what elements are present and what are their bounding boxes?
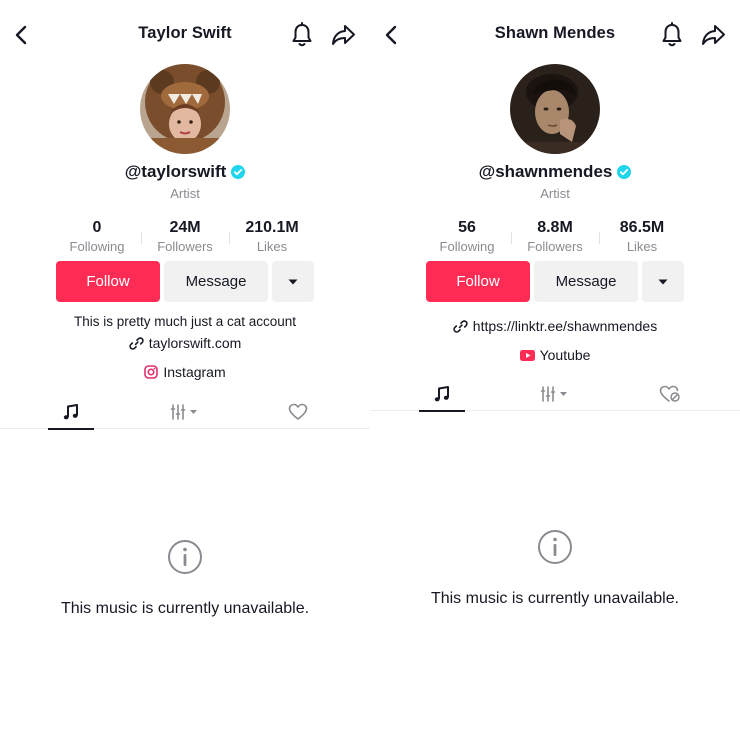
youtube-link-text: Youtube xyxy=(539,347,591,363)
notifications-button[interactable] xyxy=(289,21,315,49)
verified-badge-icon xyxy=(231,165,246,179)
instagram-icon xyxy=(144,365,159,379)
share-button[interactable] xyxy=(329,21,357,49)
link-icon xyxy=(129,336,144,350)
stat-value: 210.1M xyxy=(245,219,299,236)
website-link-text: taylorswift.com xyxy=(148,335,242,351)
caret-down-icon xyxy=(288,279,298,284)
info-circle-icon xyxy=(538,530,572,564)
active-tab-indicator xyxy=(48,428,94,430)
profile-panel-shawn: Shawn Mendes @shawnmendes Artist 56 Foll… xyxy=(370,0,740,740)
verified-badge-icon xyxy=(617,165,632,179)
username: @taylorswift xyxy=(124,162,227,181)
heart-hidden-icon xyxy=(659,385,680,402)
stat-value: 24M xyxy=(169,219,201,236)
website-link[interactable]: https://linktr.ee/shawnmendes xyxy=(370,318,740,334)
share-icon xyxy=(702,25,725,45)
stat-following[interactable]: 56 Following xyxy=(422,218,512,255)
stat-value: 8.8M xyxy=(537,219,573,236)
handle-row: @shawnmendes xyxy=(370,162,740,182)
content-tabs xyxy=(0,395,370,430)
link-icon xyxy=(453,319,468,333)
instagram-link[interactable]: Instagram xyxy=(0,364,370,380)
filter-bars-icon xyxy=(170,404,197,420)
stat-label: Likes xyxy=(256,239,288,254)
active-tab-indicator xyxy=(419,410,465,412)
tab-liked-hidden[interactable] xyxy=(650,377,690,411)
music-note-icon xyxy=(434,386,449,402)
stat-following[interactable]: 0 Following xyxy=(52,218,142,255)
youtube-link[interactable]: Youtube xyxy=(370,347,740,363)
stat-label: Following xyxy=(69,239,125,254)
share-icon xyxy=(332,25,355,45)
account-category: Artist xyxy=(170,186,200,201)
follow-button[interactable]: Follow xyxy=(426,261,530,302)
youtube-icon xyxy=(519,349,535,361)
heart-icon xyxy=(288,403,308,420)
profile-panel-taylor: Taylor Swift @taylorswift Artist 0 Follo… xyxy=(0,0,370,740)
top-bar: Taylor Swift xyxy=(0,18,370,52)
caret-down-icon xyxy=(658,279,668,284)
username: @shawnmendes xyxy=(478,162,613,181)
share-button[interactable] xyxy=(699,21,727,49)
bell-icon xyxy=(292,22,312,47)
music-note-icon xyxy=(63,404,78,420)
tab-liked[interactable] xyxy=(278,395,318,429)
website-link[interactable]: taylorswift.com xyxy=(0,335,370,351)
stat-value: 0 xyxy=(92,219,102,236)
handle-row: @taylorswift xyxy=(0,162,370,182)
avatar[interactable] xyxy=(140,64,230,154)
stat-label: Likes xyxy=(626,239,658,254)
empty-state-message: This music is currently unavailable. xyxy=(60,600,310,617)
message-button[interactable]: Message xyxy=(534,261,638,302)
tab-music[interactable] xyxy=(419,377,465,412)
instagram-link-text: Instagram xyxy=(163,364,226,380)
stat-label: Following xyxy=(439,239,495,254)
stat-value: 56 xyxy=(458,219,476,236)
info-circle-icon xyxy=(168,540,202,574)
avatar-image xyxy=(510,64,600,154)
bell-icon xyxy=(662,22,682,47)
avatar-image xyxy=(140,64,230,154)
more-options-button[interactable] xyxy=(272,261,314,302)
stat-followers[interactable]: 24M Followers xyxy=(140,218,230,255)
website-link-text: https://linktr.ee/shawnmendes xyxy=(472,318,658,334)
tab-filter[interactable] xyxy=(160,395,210,429)
stat-likes[interactable]: 210.1M Likes xyxy=(227,218,317,255)
account-category: Artist xyxy=(540,186,570,201)
stat-label: Followers xyxy=(527,239,583,254)
tab-filter[interactable] xyxy=(530,377,580,411)
content-tabs xyxy=(370,377,740,412)
bio-text: This is pretty much just a cat account xyxy=(73,314,297,329)
tab-music[interactable] xyxy=(48,395,94,430)
stat-followers[interactable]: 8.8M Followers xyxy=(510,218,600,255)
avatar[interactable] xyxy=(510,64,600,154)
top-bar: Shawn Mendes xyxy=(370,18,740,52)
stat-value: 86.5M xyxy=(619,219,665,236)
follow-button[interactable]: Follow xyxy=(56,261,160,302)
notifications-button[interactable] xyxy=(659,21,685,49)
message-button[interactable]: Message xyxy=(164,261,268,302)
filter-bars-icon xyxy=(540,386,567,402)
more-options-button[interactable] xyxy=(642,261,684,302)
stat-label: Followers xyxy=(157,239,213,254)
stat-likes[interactable]: 86.5M Likes xyxy=(597,218,687,255)
empty-state-message: This music is currently unavailable. xyxy=(430,590,680,607)
